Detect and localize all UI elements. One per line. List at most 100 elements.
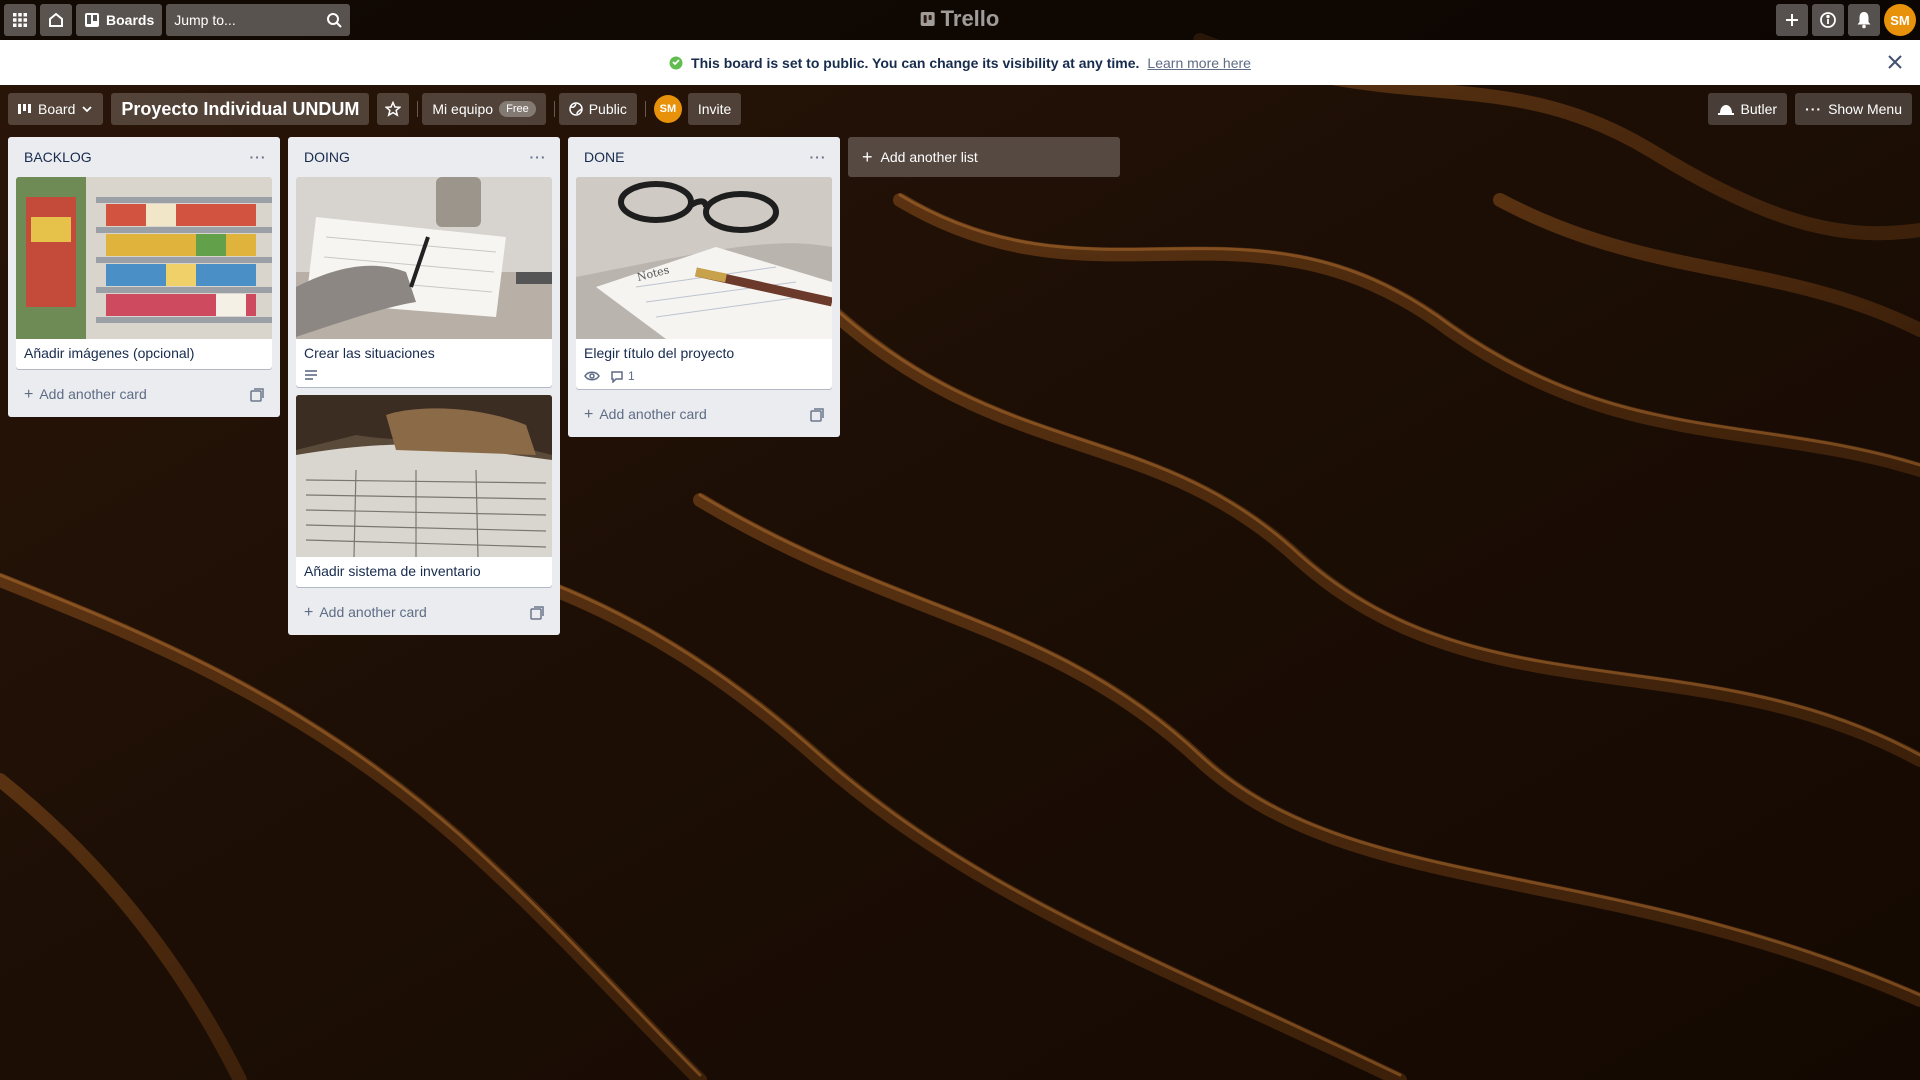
user-avatar[interactable]: SM [1884,4,1916,36]
add-list-label: Add another list [880,149,978,165]
star-board-button[interactable] [377,93,410,125]
divider [417,101,419,117]
create-from-template-icon[interactable] [810,408,824,422]
member-initials: SM [659,103,677,115]
public-board-banner: This board is set to public. You can cha… [0,40,1920,85]
list-title[interactable]: DOING [304,149,350,165]
jump-to-search[interactable]: Jump to... [166,4,351,36]
boards-label: Boards [106,12,155,28]
card-title: Elegir título del proyecto [584,345,735,361]
notifications-button[interactable] [1848,4,1880,36]
list-title[interactable]: BACKLOG [24,149,92,165]
card-title: Añadir imágenes (opcional) [24,345,195,361]
info-icon [1820,12,1836,28]
home-icon [49,12,63,27]
list-menu-icon[interactable]: ··· [524,149,552,165]
list-header[interactable]: BACKLOG ··· [8,137,280,177]
visibility-label: Public [588,101,627,117]
add-list-button[interactable]: + Add another list [848,137,1120,177]
add-card-label: Add another card [319,604,427,620]
board-title[interactable]: Proyecto Individual UNDUM [111,93,370,125]
learn-more-link[interactable]: Learn more here [1147,55,1251,71]
create-button[interactable] [1776,4,1808,36]
card-badges: 1 [576,369,832,389]
invite-label: Invite [697,101,732,117]
card-title: Crear las situaciones [304,345,435,361]
top-header: Boards Jump to... Trello SM [0,0,1920,40]
close-banner-button[interactable] [1882,49,1908,75]
visibility-button[interactable]: Public [558,93,637,125]
add-card-label: Add another card [39,386,147,402]
card[interactable]: Añadir sistema de inventario [296,395,552,587]
home-button[interactable] [40,4,72,36]
boards-button[interactable]: Boards [76,4,163,36]
plus-icon: + [304,604,314,621]
team-plan-badge: Free [499,101,536,117]
board-view-label: Board [38,101,76,117]
list-doing: DOING ··· Crear las situaciones Añadir s… [288,137,560,635]
comment-count: 1 [628,369,635,383]
user-initials: SM [1890,12,1910,28]
trello-logo[interactable]: Trello [920,6,1000,32]
add-card-label: Add another card [599,406,707,422]
card-badges [296,369,552,387]
list-header[interactable]: DOING ··· [288,137,560,177]
list-title[interactable]: DONE [584,149,624,165]
star-icon [385,101,402,117]
divider [553,101,555,117]
card-title: Añadir sistema de inventario [304,563,481,579]
create-from-template-icon[interactable] [530,606,544,620]
add-card-button[interactable]: + Add another card [16,377,272,411]
board-view-icon [18,104,31,114]
show-menu-button[interactable]: ··· Show Menu [1795,93,1912,125]
more-icon: ··· [1805,101,1823,117]
chevron-down-icon [82,106,92,113]
close-icon [1888,55,1902,69]
divider [644,101,646,117]
plus-icon: + [24,386,34,403]
card[interactable]: Añadir imágenes (opcional) [16,177,272,369]
board-view-switcher[interactable]: Board [8,93,104,125]
list-menu-icon[interactable]: ··· [804,149,832,165]
card[interactable]: Crear las situaciones [296,177,552,387]
plus-icon: + [862,146,873,167]
grid-icon [13,13,27,27]
trello-logo-icon [920,12,935,26]
trello-logo-text: Trello [940,6,1000,31]
board-member-avatar[interactable]: SM [653,95,682,123]
comment-icon [611,370,623,383]
board-header: Board Proyecto Individual UNDUM Mi equip… [0,85,1920,133]
card[interactable]: Notes Elegir título del proyecto 1 [576,177,832,389]
invite-button[interactable]: Invite [687,93,742,125]
bell-icon [1857,12,1871,29]
card-cover-image [296,395,552,557]
eye-icon [584,371,600,381]
list-done: DONE ··· Notes Elegir título del proyect… [568,137,840,437]
butler-button[interactable]: Butler [1708,93,1788,125]
list-header[interactable]: DONE ··· [568,137,840,177]
plus-icon [1786,14,1798,26]
plus-icon: + [584,406,594,423]
description-icon [305,370,317,380]
add-card-button[interactable]: + Add another card [296,595,552,629]
create-from-template-icon[interactable] [250,388,264,402]
banner-message: This board is set to public. You can cha… [691,54,1140,71]
card-cover-image: Notes [576,177,832,339]
team-button[interactable]: Mi equipo Free [422,93,546,125]
butler-icon [1718,105,1735,115]
team-name: Mi equipo [432,101,494,117]
list-menu-icon[interactable]: ··· [244,149,272,165]
list-backlog: BACKLOG ··· Añadir imágenes (opcional) +… [8,137,280,417]
card-cover-image [16,177,272,339]
search-icon [327,13,342,28]
globe-icon [568,102,583,116]
show-menu-label: Show Menu [1828,101,1902,117]
comments-badge: 1 [610,369,635,383]
information-button[interactable] [1812,4,1844,36]
butler-label: Butler [1740,101,1778,117]
search-placeholder: Jump to... [174,12,236,28]
app-switcher-button[interactable] [4,4,36,36]
card-cover-image [296,177,552,339]
add-card-button[interactable]: + Add another card [576,397,832,431]
boards-icon [85,13,99,27]
